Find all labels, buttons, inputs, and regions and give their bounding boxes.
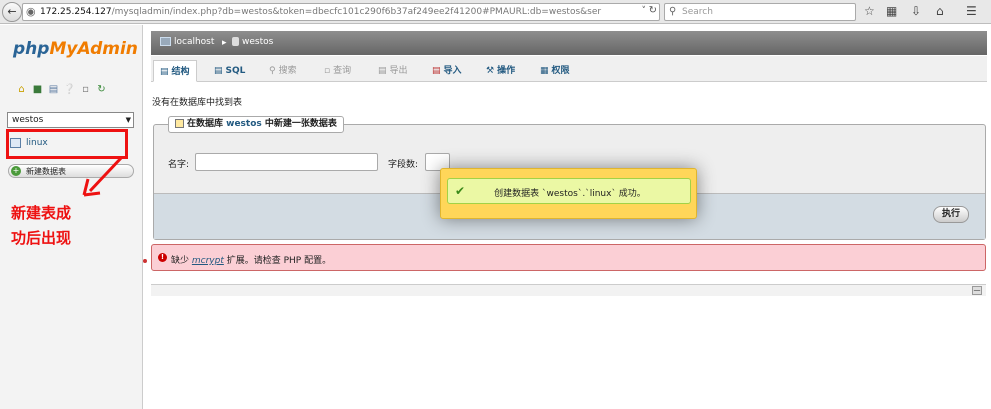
breadcrumb-server[interactable]: localhost	[160, 37, 214, 47]
mcrypt-link[interactable]: mcrypt	[192, 256, 224, 266]
tab-search[interactable]: ⚲ 搜索	[263, 60, 303, 82]
console-toggle-icon[interactable]: —	[972, 286, 982, 295]
create-table-legend: 在数据库 westos 中新建一张数据表	[168, 116, 344, 133]
reload-icon[interactable]: ↻	[649, 5, 657, 16]
documentation-icon[interactable]: ▫	[79, 83, 92, 96]
breadcrumb-separator-icon: ▸	[222, 38, 227, 48]
url-text: 172.25.254.127/mysqladmin/index.php?db=w…	[40, 7, 601, 17]
table-name-input[interactable]	[195, 153, 378, 171]
logo-part-myadmin: MyAdmin	[49, 39, 138, 59]
success-notification[interactable]: ✔ 创建数据表 `westos`.`linux` 成功。	[440, 168, 697, 219]
nav-icon-row: ⌂ ■ ▤ ❔ ▫ ↻	[15, 83, 111, 96]
sql-icon: ▤	[214, 66, 223, 76]
browser-toolbar: ← ◉ 172.25.254.127/mysqladmin/index.php?…	[0, 0, 991, 24]
bookmark-star-icon[interactable]: ☆	[864, 4, 875, 18]
database-select[interactable]: westos ▼	[7, 112, 134, 128]
annotation-line-2: 功后出现	[11, 229, 72, 247]
tab-query-label: 查询	[333, 66, 352, 76]
tab-search-label: 搜索	[278, 66, 297, 76]
export-icon: ▤	[378, 66, 387, 76]
structure-icon: ▤	[160, 67, 169, 77]
home-icon[interactable]: ⌂	[15, 83, 28, 96]
error-icon: !	[158, 253, 167, 262]
import-icon: ▤	[432, 66, 441, 76]
error-prefix: 缺少	[171, 256, 192, 266]
error-bullet-icon	[143, 259, 147, 263]
legend-prefix: 在数据库	[187, 119, 227, 129]
console-bar[interactable]	[151, 284, 986, 296]
url-bar[interactable]: ◉ 172.25.254.127/mysqladmin/index.php?db…	[22, 3, 660, 21]
success-message-text: 创建数据表 `westos`.`linux` 成功。	[494, 189, 646, 199]
tab-import[interactable]: ▤ 导入	[426, 60, 468, 82]
error-text: 缺少 mcrypt 扩展。请检查 PHP 配置。	[171, 253, 331, 266]
breadcrumb-database-label: westos	[242, 37, 274, 47]
legend-db-name: westos	[226, 119, 262, 129]
globe-icon: ◉	[26, 5, 36, 18]
docs-icon[interactable]: ❔	[63, 83, 76, 96]
plus-icon: +	[11, 166, 21, 176]
annotation-text: 新建表成 功后出现	[11, 201, 71, 251]
reading-list-icon[interactable]: ▦	[886, 4, 897, 18]
chevron-down-icon: ▼	[125, 116, 131, 124]
query-icon: ▫	[324, 66, 331, 76]
search-icon: ⚲	[669, 6, 677, 17]
table-name-label: 名字:	[168, 160, 190, 170]
annotation-line-1: 新建表成	[11, 204, 72, 222]
tab-structure-label: 结构	[171, 67, 190, 77]
url-dropdown-icon[interactable]: ˅	[642, 6, 647, 16]
browser-search-box[interactable]: ⚲ Search	[664, 3, 856, 21]
home-icon[interactable]: ⌂	[936, 4, 944, 18]
reload-nav-icon[interactable]: ↻	[95, 83, 108, 96]
tab-operations-label: 操作	[497, 66, 516, 76]
tab-structure[interactable]: ▤ 结构	[153, 60, 197, 82]
sql-query-icon[interactable]: ▤	[47, 83, 60, 96]
phpmyadmin-logo[interactable]: phpMyAdmin	[13, 39, 138, 59]
go-button[interactable]: 执行	[933, 206, 969, 223]
tab-query[interactable]: ▫ 查询	[318, 60, 357, 82]
no-tables-message: 没有在数据库中找到表	[152, 98, 243, 108]
tab-privileges[interactable]: ▦ 权限	[534, 60, 576, 82]
database-select-value: westos	[12, 115, 44, 125]
browser-window: ← ◉ 172.25.254.127/mysqladmin/index.php?…	[0, 0, 991, 409]
logo-part-php: php	[13, 39, 50, 59]
tab-operations[interactable]: ⚒ 操作	[480, 60, 521, 82]
privileges-icon: ▦	[540, 66, 549, 76]
search-placeholder: Search	[682, 7, 713, 17]
tab-privileges-label: 权限	[551, 66, 570, 76]
field-count-label: 字段数:	[388, 160, 419, 170]
error-suffix: 扩展。请检查 PHP 配置。	[223, 256, 332, 266]
url-path: /mysqladmin/index.php?db=westos&token=db…	[111, 7, 602, 17]
search-tab-icon: ⚲	[269, 66, 276, 76]
server-icon	[160, 37, 171, 46]
success-message-box: ✔ 创建数据表 `westos`.`linux` 成功。	[447, 178, 691, 204]
breadcrumb-server-label: localhost	[174, 37, 215, 47]
download-icon[interactable]: ⇩	[911, 4, 921, 18]
menu-icon[interactable]: ☰	[966, 4, 977, 18]
annotation-arrow-icon	[82, 155, 124, 197]
new-table-label: 新建数据表	[26, 167, 66, 176]
database-icon	[232, 37, 239, 46]
url-host: 172.25.254.127	[40, 7, 112, 17]
logout-icon[interactable]: ■	[31, 83, 44, 96]
tab-sql[interactable]: ▤ SQL	[208, 60, 251, 82]
tab-sql-label: SQL	[225, 66, 246, 76]
new-table-icon	[175, 119, 184, 128]
breadcrumb	[151, 31, 987, 55]
tab-import-label: 导入	[443, 66, 462, 76]
tab-export-label: 导出	[389, 66, 408, 76]
tab-export[interactable]: ▤ 导出	[372, 60, 414, 82]
legend-suffix: 中新建一张数据表	[261, 119, 337, 129]
breadcrumb-database[interactable]: westos	[232, 37, 273, 47]
error-message: ! 缺少 mcrypt 扩展。请检查 PHP 配置。	[151, 244, 986, 271]
back-arrow-icon[interactable]: ←	[2, 2, 22, 22]
wrench-icon: ⚒	[486, 66, 495, 76]
navigation-panel: phpMyAdmin ⌂ ■ ▤ ❔ ▫ ↻ westos ▼ linux + …	[0, 25, 143, 409]
